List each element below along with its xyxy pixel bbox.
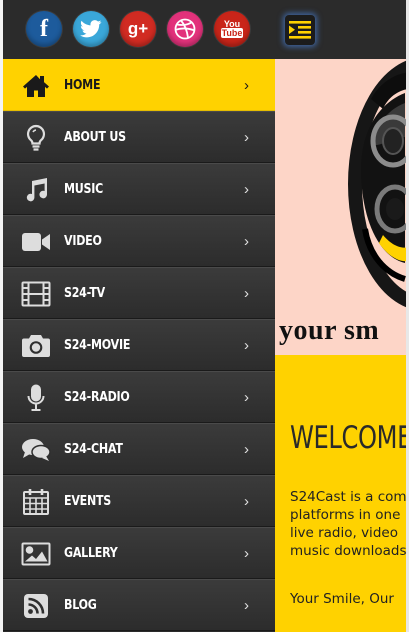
- nav-item-label: HOME: [64, 77, 101, 93]
- chevron-right-icon: ›: [244, 597, 249, 614]
- side-menu-panel: f g+ You Tube HOME › ABOUT US › MUSIC › …: [3, 0, 275, 632]
- nav-item-label: BLOG: [64, 597, 97, 613]
- intro-paragraph: S24Cast is a com platforms in one live r…: [290, 489, 407, 559]
- nav-item-label: MUSIC: [64, 181, 104, 197]
- film-icon: [21, 280, 51, 308]
- nav-item-music[interactable]: MUSIC ›: [3, 163, 275, 215]
- chevron-right-icon: ›: [244, 233, 249, 250]
- menu-toggle-button[interactable]: [285, 15, 315, 45]
- music-note-icon: [21, 176, 51, 204]
- facebook-icon[interactable]: f: [26, 11, 62, 47]
- chat-bubbles-icon: [21, 436, 51, 464]
- nav-item-label: EVENTS: [64, 493, 112, 509]
- hero-banner: your sm: [275, 59, 409, 355]
- camera-icon: [21, 332, 51, 360]
- chevron-right-icon: ›: [244, 389, 249, 406]
- chevron-right-icon: ›: [244, 181, 249, 198]
- indent-menu-icon: [289, 21, 311, 39]
- lightbulb-icon: [21, 124, 51, 152]
- youtube-icon-bottom-text: Tube: [220, 28, 244, 38]
- nav-item-label: S24-MOVIE: [64, 337, 131, 353]
- welcome-heading: WELCOME: [290, 420, 409, 456]
- chevron-right-icon: ›: [244, 285, 249, 302]
- chevron-right-icon: ›: [244, 337, 249, 354]
- nav-item-label: ABOUT US: [64, 129, 126, 145]
- nav-item-s24-chat[interactable]: S24-CHAT ›: [3, 423, 275, 475]
- chevron-right-icon: ›: [244, 77, 249, 94]
- nav-item-home[interactable]: HOME ›: [3, 59, 275, 111]
- nav-item-gallery[interactable]: GALLERY ›: [3, 527, 275, 579]
- nav-item-label: GALLERY: [64, 545, 118, 561]
- hero-tagline: your sm: [279, 315, 380, 346]
- microphone-icon: [21, 384, 51, 412]
- nav-item-events[interactable]: EVENTS ›: [3, 475, 275, 527]
- calendar-icon: [21, 488, 51, 516]
- nav-item-label: S24-TV: [64, 285, 105, 301]
- social-links-bar: f g+ You Tube: [3, 0, 275, 59]
- page-content: your sm WELCOME S24Cast is a com platfor…: [275, 0, 409, 632]
- nav-item-label: S24-RADIO: [64, 389, 130, 405]
- nav-item-label: S24-CHAT: [64, 441, 123, 457]
- nav-item-s24-movie[interactable]: S24-MOVIE ›: [3, 319, 275, 371]
- video-camera-icon: [21, 228, 51, 256]
- app-frame: f g+ You Tube HOME › ABOUT US › MUSIC › …: [0, 0, 409, 632]
- nav-item-s24-radio[interactable]: S24-RADIO ›: [3, 371, 275, 423]
- chevron-right-icon: ›: [244, 545, 249, 562]
- chevron-right-icon: ›: [244, 493, 249, 510]
- home-icon: [21, 72, 51, 100]
- twitter-icon[interactable]: [73, 11, 109, 47]
- motto-text: Your Smile, Our: [290, 591, 394, 607]
- chevron-right-icon: ›: [244, 129, 249, 146]
- rss-icon: [21, 592, 51, 620]
- headphones-logo-image: [348, 59, 409, 309]
- nav-item-s24-tv[interactable]: S24-TV ›: [3, 267, 275, 319]
- nav-item-about-us[interactable]: ABOUT US ›: [3, 111, 275, 163]
- picture-icon: [21, 540, 51, 568]
- chevron-right-icon: ›: [244, 441, 249, 458]
- google-plus-icon[interactable]: g+: [120, 11, 156, 47]
- nav-item-video[interactable]: VIDEO ›: [3, 215, 275, 267]
- dribbble-icon[interactable]: [167, 11, 203, 47]
- nav-item-blog[interactable]: BLOG ›: [3, 579, 275, 631]
- top-bar: [275, 0, 409, 59]
- nav-item-label: VIDEO: [64, 233, 102, 249]
- youtube-icon[interactable]: You Tube: [214, 11, 250, 47]
- main-nav-menu: HOME › ABOUT US › MUSIC › VIDEO › S24-TV…: [3, 59, 275, 631]
